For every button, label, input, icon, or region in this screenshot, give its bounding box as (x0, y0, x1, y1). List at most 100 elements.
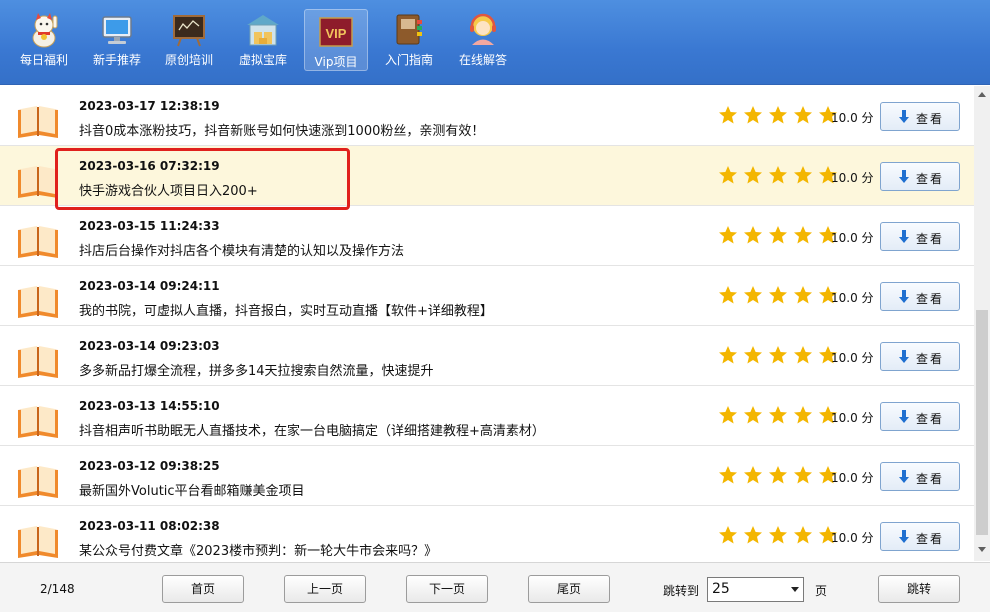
view-button[interactable]: 查看 (880, 102, 960, 131)
view-button-label: 查看 (916, 112, 945, 126)
warehouse-icon (247, 15, 279, 46)
scrollbar-thumb[interactable] (976, 310, 988, 535)
scroll-up-arrow-icon[interactable] (974, 86, 990, 103)
star-icon (794, 526, 813, 544)
star-icon (769, 106, 788, 124)
view-button[interactable]: 查看 (880, 342, 960, 371)
item-score: 10.0 分 (831, 111, 874, 125)
toolbar-item-label: 入门指南 (384, 53, 433, 67)
last-page-button[interactable]: 尾页 (528, 575, 610, 603)
jump-to-label: 跳转到 (663, 584, 700, 598)
list-item[interactable]: 2023-03-15 11:24:33 抖店后台操作对抖店各个模块有清楚的认知以及… (0, 206, 974, 266)
list-item[interactable]: 2023-03-11 08:02:38 某公众号付费文章《2023楼市预判：新一轮… (0, 506, 974, 561)
rating-stars (718, 345, 838, 367)
rating-stars (718, 105, 838, 127)
item-date: 2023-03-14 09:23:03 (79, 339, 220, 353)
toolbar-item-label: Vip项目 (314, 55, 358, 69)
list-item[interactable]: 2023-03-16 07:32:19 快手游戏合伙人项目日入200+ 10.0 … (0, 146, 974, 206)
toolbar-item-daily-welfare[interactable]: 每日福利 (12, 8, 76, 72)
top-toolbar: 每日福利 新手推荐 原创培训 虚拟宝库 VIP Vip项目 入门指南 在线解答 (0, 0, 990, 85)
view-button-label: 查看 (916, 472, 945, 486)
view-button[interactable]: 查看 (880, 522, 960, 551)
go-jump-button[interactable]: 跳转 (878, 575, 960, 603)
download-arrow-icon (899, 170, 909, 183)
view-button[interactable]: 查看 (880, 462, 960, 491)
view-button-label: 查看 (916, 352, 945, 366)
rating-stars (718, 225, 838, 247)
star-icon (769, 226, 788, 244)
list-item[interactable]: 2023-03-14 09:23:03 多多新品打爆全流程，拼多多14天拉搜索自然… (0, 326, 974, 386)
star-icon (744, 226, 763, 244)
dropdown-caret-icon (791, 587, 799, 592)
star-icon (719, 346, 737, 364)
star-icon (769, 286, 788, 304)
jump-page-select[interactable]: 25 (707, 577, 804, 602)
star-icon (794, 286, 813, 304)
star-icon (719, 526, 737, 544)
item-title: 抖音0成本涨粉技巧，抖音新账号如何快速涨到1000粉丝，亲测有效！ (79, 124, 485, 139)
item-title: 抖店后台操作对抖店各个模块有清楚的认知以及操作方法 (79, 244, 405, 259)
toolbar-item-online-answer[interactable]: 在线解答 (451, 8, 515, 72)
next-page-button[interactable]: 下一页 (406, 575, 488, 603)
view-button-label: 查看 (916, 292, 945, 306)
toolbar-item-beginner-recommend[interactable]: 新手推荐 (85, 8, 149, 72)
blackboard-icon (173, 15, 205, 47)
list-item[interactable]: 2023-03-12 09:38:25 最新国外Volutic平台看邮箱赚美金项目… (0, 446, 974, 506)
item-score: 10.0 分 (831, 291, 874, 305)
scroll-down-arrow-icon[interactable] (974, 541, 990, 558)
open-book-icon (18, 226, 58, 258)
toolbar-item-original-training[interactable]: 原创培训 (157, 8, 221, 72)
star-icon (744, 346, 763, 364)
item-title: 我的书院，可虚拟人直播，抖音报白，实时互动直播【软件+详细教程】 (79, 304, 493, 319)
item-title: 多多新品打爆全流程，拼多多14天拉搜索自然流量，快速提升 (79, 364, 434, 379)
star-icon (794, 226, 813, 244)
view-button[interactable]: 查看 (880, 222, 960, 251)
pagination-bar: 2/148 首页 上一页 下一页 尾页 跳转到 25 页 跳转 (0, 562, 990, 612)
prev-page-button[interactable]: 上一页 (284, 575, 366, 603)
toolbar-item-virtual-treasury[interactable]: 虚拟宝库 (231, 8, 295, 72)
view-button-label: 查看 (916, 232, 945, 246)
download-arrow-icon (899, 530, 909, 543)
jump-page-value: 25 (712, 581, 730, 597)
vip-icon-text: VIP (326, 26, 347, 41)
item-score: 10.0 分 (831, 471, 874, 485)
toolbar-item-vip-project[interactable]: VIP Vip项目 (304, 9, 368, 71)
item-title: 某公众号付费文章《2023楼市预判：新一轮大牛市会来吗？》 (79, 544, 438, 559)
item-date: 2023-03-12 09:38:25 (79, 459, 220, 473)
star-icon (769, 346, 788, 364)
star-icon (794, 346, 813, 364)
first-page-button[interactable]: 首页 (162, 575, 244, 603)
item-date: 2023-03-14 09:24:11 (79, 279, 220, 293)
open-book-icon (18, 406, 58, 438)
toolbar-item-label: 新手推荐 (92, 53, 141, 67)
rating-stars (718, 405, 838, 427)
view-button[interactable]: 查看 (880, 282, 960, 311)
download-arrow-icon (899, 470, 909, 483)
open-book-icon (18, 106, 58, 138)
list-item[interactable]: 2023-03-17 12:38:19 抖音0成本涨粉技巧，抖音新账号如何快速涨到… (0, 86, 974, 146)
view-button[interactable]: 查看 (880, 402, 960, 431)
toolbar-item-getting-started[interactable]: 入门指南 (377, 8, 441, 72)
lucky-cat-icon (32, 13, 58, 48)
toolbar-item-label: 在线解答 (458, 53, 507, 67)
rating-stars (718, 465, 838, 487)
book-guide-icon (396, 14, 422, 45)
list-item[interactable]: 2023-03-14 09:24:11 我的书院，可虚拟人直播，抖音报白，实时互动… (0, 266, 974, 326)
toolbar-item-label: 虚拟宝库 (238, 53, 287, 67)
star-icon (744, 466, 763, 484)
list-item[interactable]: 2023-03-13 14:55:10 抖音相声听书助眠无人直播技术，在家一台电脑… (0, 386, 974, 446)
star-icon (744, 406, 763, 424)
vertical-scrollbar[interactable] (974, 86, 990, 561)
star-icon (794, 406, 813, 424)
vip-icon: VIP (319, 17, 353, 47)
star-icon (719, 166, 737, 184)
star-icon (744, 526, 763, 544)
open-book-icon (18, 526, 58, 558)
star-icon (794, 466, 813, 484)
item-title: 快手游戏合伙人项目日入200+ (79, 184, 258, 199)
view-button[interactable]: 查看 (880, 162, 960, 191)
item-score: 10.0 分 (831, 411, 874, 425)
star-icon (769, 166, 788, 184)
star-icon (794, 166, 813, 184)
download-arrow-icon (899, 230, 909, 243)
